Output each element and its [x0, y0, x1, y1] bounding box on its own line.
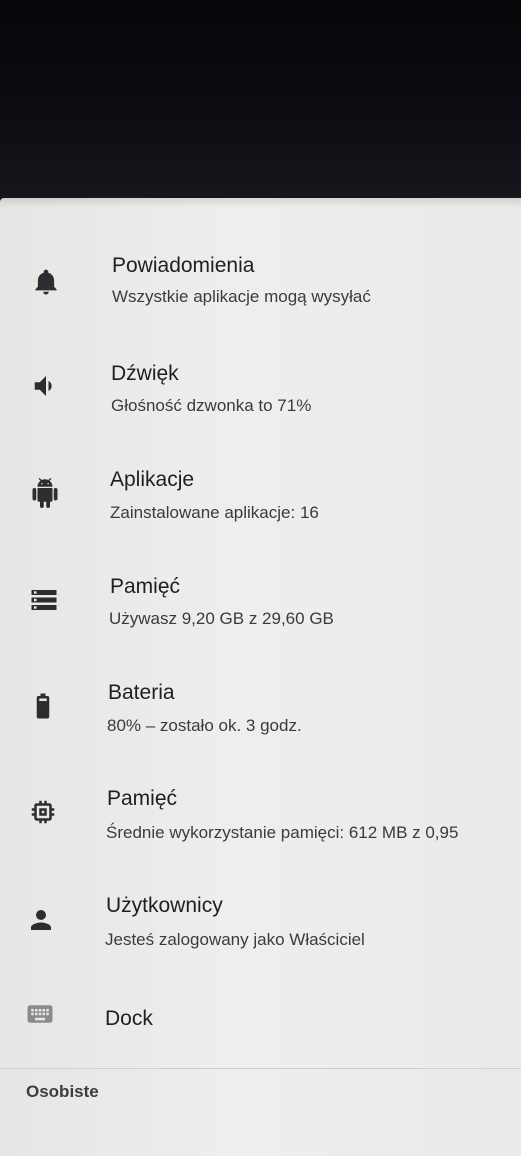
dock-title: Dock	[105, 1007, 153, 1030]
settings-screen: Powiadomienia Wszystkie aplikacje mogą w…	[0, 198, 521, 1156]
notifications-title: Powiadomienia	[112, 254, 255, 277]
settings-item-apps[interactable]: Aplikacje Zainstalowane aplikacje: 16	[0, 453, 521, 553]
person-icon	[19, 898, 63, 942]
memory-title: Pamięć	[107, 787, 178, 810]
battery-title: Bateria	[108, 681, 175, 704]
sound-subtitle: Głośność dzwonka to 71%	[111, 396, 312, 415]
memory-subtitle: Średnie wykorzystanie pamięci: 612 MB z …	[106, 823, 459, 842]
settings-item-sound[interactable]: Dźwięk Głośność dzwonka to 71%	[0, 346, 521, 446]
section-divider	[0, 1068, 521, 1069]
screen-bezel	[0, 0, 521, 200]
settings-item-dock[interactable]: Dock	[0, 988, 521, 1060]
settings-item-storage[interactable]: Pamięć Używasz 9,20 GB z 29,60 GB	[0, 560, 521, 660]
apps-title: Aplikacje	[110, 468, 195, 491]
android-icon	[23, 471, 67, 515]
section-header-personal: Osobiste	[26, 1082, 99, 1101]
sound-title: Dźwięk	[111, 362, 179, 385]
battery-icon	[21, 684, 65, 728]
notifications-subtitle: Wszystkie aplikacje mogą wysyłać	[112, 287, 371, 306]
settings-item-notifications[interactable]: Powiadomienia Wszystkie aplikacje mogą w…	[0, 238, 521, 338]
storage-subtitle: Używasz 9,20 GB z 29,60 GB	[109, 609, 334, 628]
settings-item-memory[interactable]: Pamięć Średnie wykorzystanie pamięci: 61…	[0, 776, 521, 876]
keyboard-icon	[18, 992, 62, 1036]
storage-icon	[22, 578, 66, 622]
users-subtitle: Jesteś zalogowany jako Właściciel	[105, 930, 365, 949]
users-title: Użytkownicy	[106, 894, 223, 917]
memory-chip-icon	[21, 790, 65, 834]
bell-icon	[24, 260, 68, 304]
volume-icon	[24, 364, 68, 408]
apps-subtitle: Zainstalowane aplikacje: 16	[110, 503, 319, 522]
top-shadow	[0, 198, 521, 208]
settings-item-users[interactable]: Użytkownicy Jesteś zalogowany jako Właśc…	[0, 884, 521, 984]
storage-title: Pamięć	[110, 575, 181, 598]
battery-subtitle: 80% – zostało ok. 3 godz.	[107, 716, 302, 735]
settings-item-battery[interactable]: Bateria 80% – zostało ok. 3 godz.	[0, 668, 521, 768]
